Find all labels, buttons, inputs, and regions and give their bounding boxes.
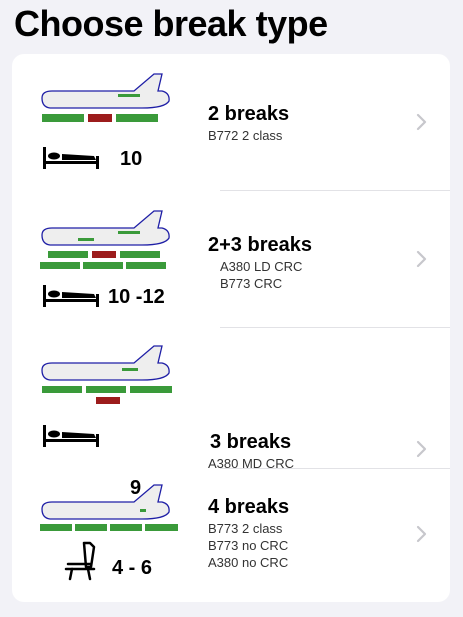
- aircraft-config: A380 no CRC: [208, 555, 289, 570]
- chevron-right-icon: [416, 250, 427, 268]
- rest-duration: 10 -12: [108, 286, 165, 308]
- rest-duration: 4 - 6: [112, 557, 153, 579]
- row-title: 4 breaks: [208, 496, 290, 518]
- aircraft-config: B773 CRC: [220, 276, 283, 291]
- break-option-3-breaks[interactable]: 9 3 breaks A380 MD CRC: [12, 328, 450, 499]
- chevron-right-icon: [416, 113, 427, 131]
- seat-icon: [64, 541, 96, 581]
- break-option-4-breaks[interactable]: 4 - 6 4 breaks B773 2 class B773 no CRC …: [12, 465, 450, 602]
- break-option-2-3-breaks[interactable]: 10 -12 2+3 breaks A380 LD CRC B773 CRC: [12, 191, 450, 328]
- break-option-2-breaks[interactable]: 10 2 breaks B772 2 class: [12, 54, 450, 191]
- chevron-right-icon: [416, 440, 427, 458]
- bed-icon: [43, 147, 99, 169]
- bed-icon: [43, 285, 99, 307]
- page-title: Choose break type: [14, 3, 328, 44]
- rest-duration: 10: [120, 148, 143, 170]
- crew-break-bars: [40, 524, 178, 531]
- chevron-right-icon: [416, 525, 427, 543]
- aircraft-config: B772 2 class: [208, 128, 283, 143]
- row-title: 3 breaks: [210, 431, 292, 453]
- aircraft-config: B773 2 class: [208, 521, 283, 536]
- crew-break-bars: [42, 386, 172, 404]
- bed-icon: [43, 425, 99, 447]
- crew-break-bars: [40, 251, 166, 269]
- aircraft-config: B773 no CRC: [208, 538, 289, 553]
- aircraft-config: A380 LD CRC: [220, 259, 303, 274]
- row-title: 2+3 breaks: [208, 234, 312, 256]
- crew-break-bars: [42, 114, 158, 122]
- row-title: 2 breaks: [208, 103, 290, 125]
- break-type-list: 10 2 breaks B772 2 class 10 -12 2+3 brea…: [12, 54, 450, 602]
